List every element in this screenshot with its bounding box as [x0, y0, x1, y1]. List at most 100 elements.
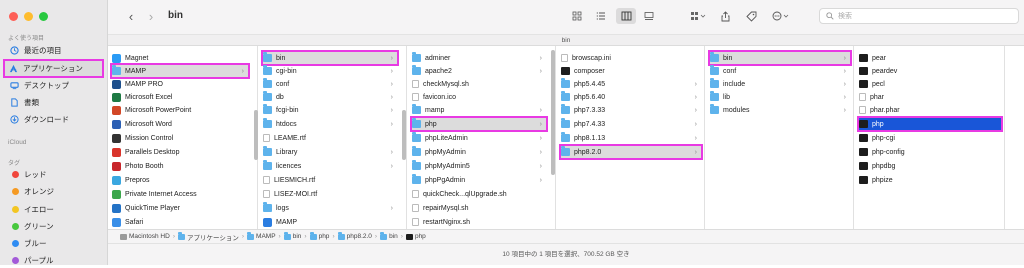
file-row[interactable]: QuickTime Player — [112, 202, 248, 214]
file-row[interactable]: phar — [859, 91, 1001, 103]
sidebar-item-applications[interactable]: アプリケーション — [3, 59, 104, 78]
file-row[interactable]: Magnet — [112, 52, 248, 64]
file-row[interactable]: php-cgi — [859, 132, 1001, 144]
forward-button[interactable]: › — [144, 9, 158, 24]
file-row[interactable]: browscap.ini — [561, 52, 701, 64]
file-row[interactable]: include › — [710, 78, 850, 90]
file-row[interactable]: pecl — [859, 78, 1001, 90]
more-actions-button[interactable] — [768, 8, 792, 24]
file-row[interactable]: Photo Booth — [112, 160, 248, 172]
file-row[interactable]: Parallels Desktop — [112, 146, 248, 158]
file-row[interactable]: phpPgAdmin › — [412, 174, 546, 186]
file-row[interactable]: favicon.ico — [412, 91, 546, 103]
scrollbar-thumb[interactable] — [402, 110, 406, 160]
sidebar-tag-red[interactable]: レッド — [6, 167, 102, 182]
path-item[interactable]: php8.2.0 — [337, 231, 372, 240]
file-row[interactable]: php5.4.45 › — [561, 78, 701, 90]
path-item[interactable]: bin — [283, 231, 301, 240]
file-row[interactable]: htdocs › — [263, 118, 397, 130]
file-row[interactable]: apache2 › — [412, 65, 546, 77]
column-view-button[interactable] — [616, 8, 636, 24]
file-row[interactable]: conf › — [710, 65, 850, 77]
tag-button[interactable] — [742, 8, 760, 24]
file-row[interactable]: LIESMICH.rtf — [263, 174, 397, 186]
column-scrollbar[interactable] — [401, 50, 407, 229]
file-row[interactable]: db › — [263, 91, 397, 103]
file-row[interactable]: peardev — [859, 65, 1001, 77]
file-row[interactable]: phpLiteAdmin › — [412, 132, 546, 144]
file-row[interactable]: Library › — [263, 146, 397, 158]
file-row[interactable]: conf › — [263, 78, 397, 90]
sidebar-tag-yellow[interactable]: イエロー — [6, 202, 102, 217]
file-row[interactable]: fcgi-bin › — [263, 104, 397, 116]
file-row[interactable]: phpdbg — [859, 160, 1001, 172]
path-item[interactable]: php — [309, 231, 329, 240]
file-row[interactable]: Microsoft Word — [112, 118, 248, 130]
group-button[interactable] — [686, 8, 710, 24]
path-item[interactable]: Macintosh HD — [120, 233, 170, 240]
file-row[interactable]: Prepros — [112, 174, 248, 186]
file-row[interactable]: MAMP PRO — [112, 78, 248, 90]
file-row[interactable]: licences › — [263, 160, 397, 172]
file-row[interactable]: Mission Control — [112, 132, 248, 144]
file-row[interactable]: MAMP › — [110, 63, 250, 79]
sidebar-item-recents[interactable]: 最近の項目 — [6, 43, 102, 58]
sidebar-tag-green[interactable]: グリーン — [6, 219, 102, 234]
file-row[interactable]: cgi-bin › — [263, 65, 397, 77]
minimize-window-button[interactable] — [24, 12, 33, 21]
file-row[interactable]: php — [857, 116, 1003, 132]
file-row[interactable]: LEAME.rtf — [263, 132, 397, 144]
back-button[interactable]: ‹ — [124, 9, 138, 24]
search-field[interactable]: 検索 — [819, 8, 1019, 24]
zoom-window-button[interactable] — [39, 12, 48, 21]
file-row[interactable]: php8.1.13 › — [561, 132, 701, 144]
file-row[interactable]: adminer › — [412, 52, 546, 64]
gallery-view-button[interactable] — [640, 8, 658, 24]
file-row[interactable]: restartNginx.sh — [412, 216, 546, 228]
file-row[interactable]: LISEZ-MOI.rtf — [263, 188, 397, 200]
file-row[interactable]: php8.2.0 › — [559, 144, 703, 160]
file-row[interactable]: repairMysql.sh — [412, 202, 546, 214]
sidebar-tag-blue[interactable]: ブルー — [6, 236, 102, 251]
scrollbar-thumb[interactable] — [254, 110, 258, 160]
file-row[interactable]: pear — [859, 52, 1001, 64]
path-item[interactable]: bin — [380, 231, 398, 240]
file-row[interactable]: php5.6.40 › — [561, 91, 701, 103]
file-row[interactable]: quickCheck...qlUpgrade.sh — [412, 188, 546, 200]
file-row[interactable]: lib › — [710, 91, 850, 103]
path-item[interactable]: MAMP — [247, 231, 276, 240]
file-row[interactable]: composer — [561, 65, 701, 77]
sidebar-tag-purple[interactable]: パープル — [6, 253, 102, 268]
file-row[interactable]: phpMyAdmin5 › — [412, 160, 546, 172]
file-row[interactable]: bin › — [708, 50, 852, 66]
path-item[interactable]: php — [405, 233, 426, 240]
file-row[interactable]: php7.3.33 › — [561, 104, 701, 116]
file-row[interactable]: MAMP — [263, 216, 397, 228]
file-row[interactable]: Microsoft PowerPoint — [112, 104, 248, 116]
file-row[interactable]: phpMyAdmin › — [412, 146, 546, 158]
share-button[interactable] — [716, 8, 734, 24]
file-row[interactable]: php › — [410, 116, 548, 132]
file-row[interactable]: Private Internet Access — [112, 188, 248, 200]
icon-view-button[interactable] — [568, 8, 586, 24]
file-row[interactable]: modules › — [710, 104, 850, 116]
file-row[interactable]: Safari — [112, 216, 248, 228]
file-row[interactable]: logs › — [263, 202, 397, 214]
sidebar-item-downloads[interactable]: ダウンロード — [6, 112, 102, 127]
file-row[interactable]: php7.4.33 › — [561, 118, 701, 130]
file-row[interactable]: phar.phar — [859, 104, 1001, 116]
file-row[interactable]: checkMysql.sh — [412, 78, 546, 90]
path-item[interactable]: アプリケーション — [178, 231, 239, 242]
file-row[interactable]: mamp › — [412, 104, 546, 116]
list-view-button[interactable] — [592, 8, 610, 24]
file-row[interactable]: php-config — [859, 146, 1001, 158]
close-window-button[interactable] — [9, 12, 18, 21]
file-row[interactable]: phpize — [859, 174, 1001, 186]
scrollbar-thumb[interactable] — [551, 50, 555, 175]
sidebar-item-documents[interactable]: 書類 — [6, 95, 102, 110]
sidebar-tag-orange[interactable]: オレンジ — [6, 184, 102, 199]
sidebar-item-desktop[interactable]: デスクトップ — [6, 78, 102, 93]
column-scrollbar[interactable] — [550, 50, 556, 229]
file-row[interactable]: Microsoft Excel — [112, 91, 248, 103]
file-row[interactable]: bin › — [261, 50, 399, 66]
